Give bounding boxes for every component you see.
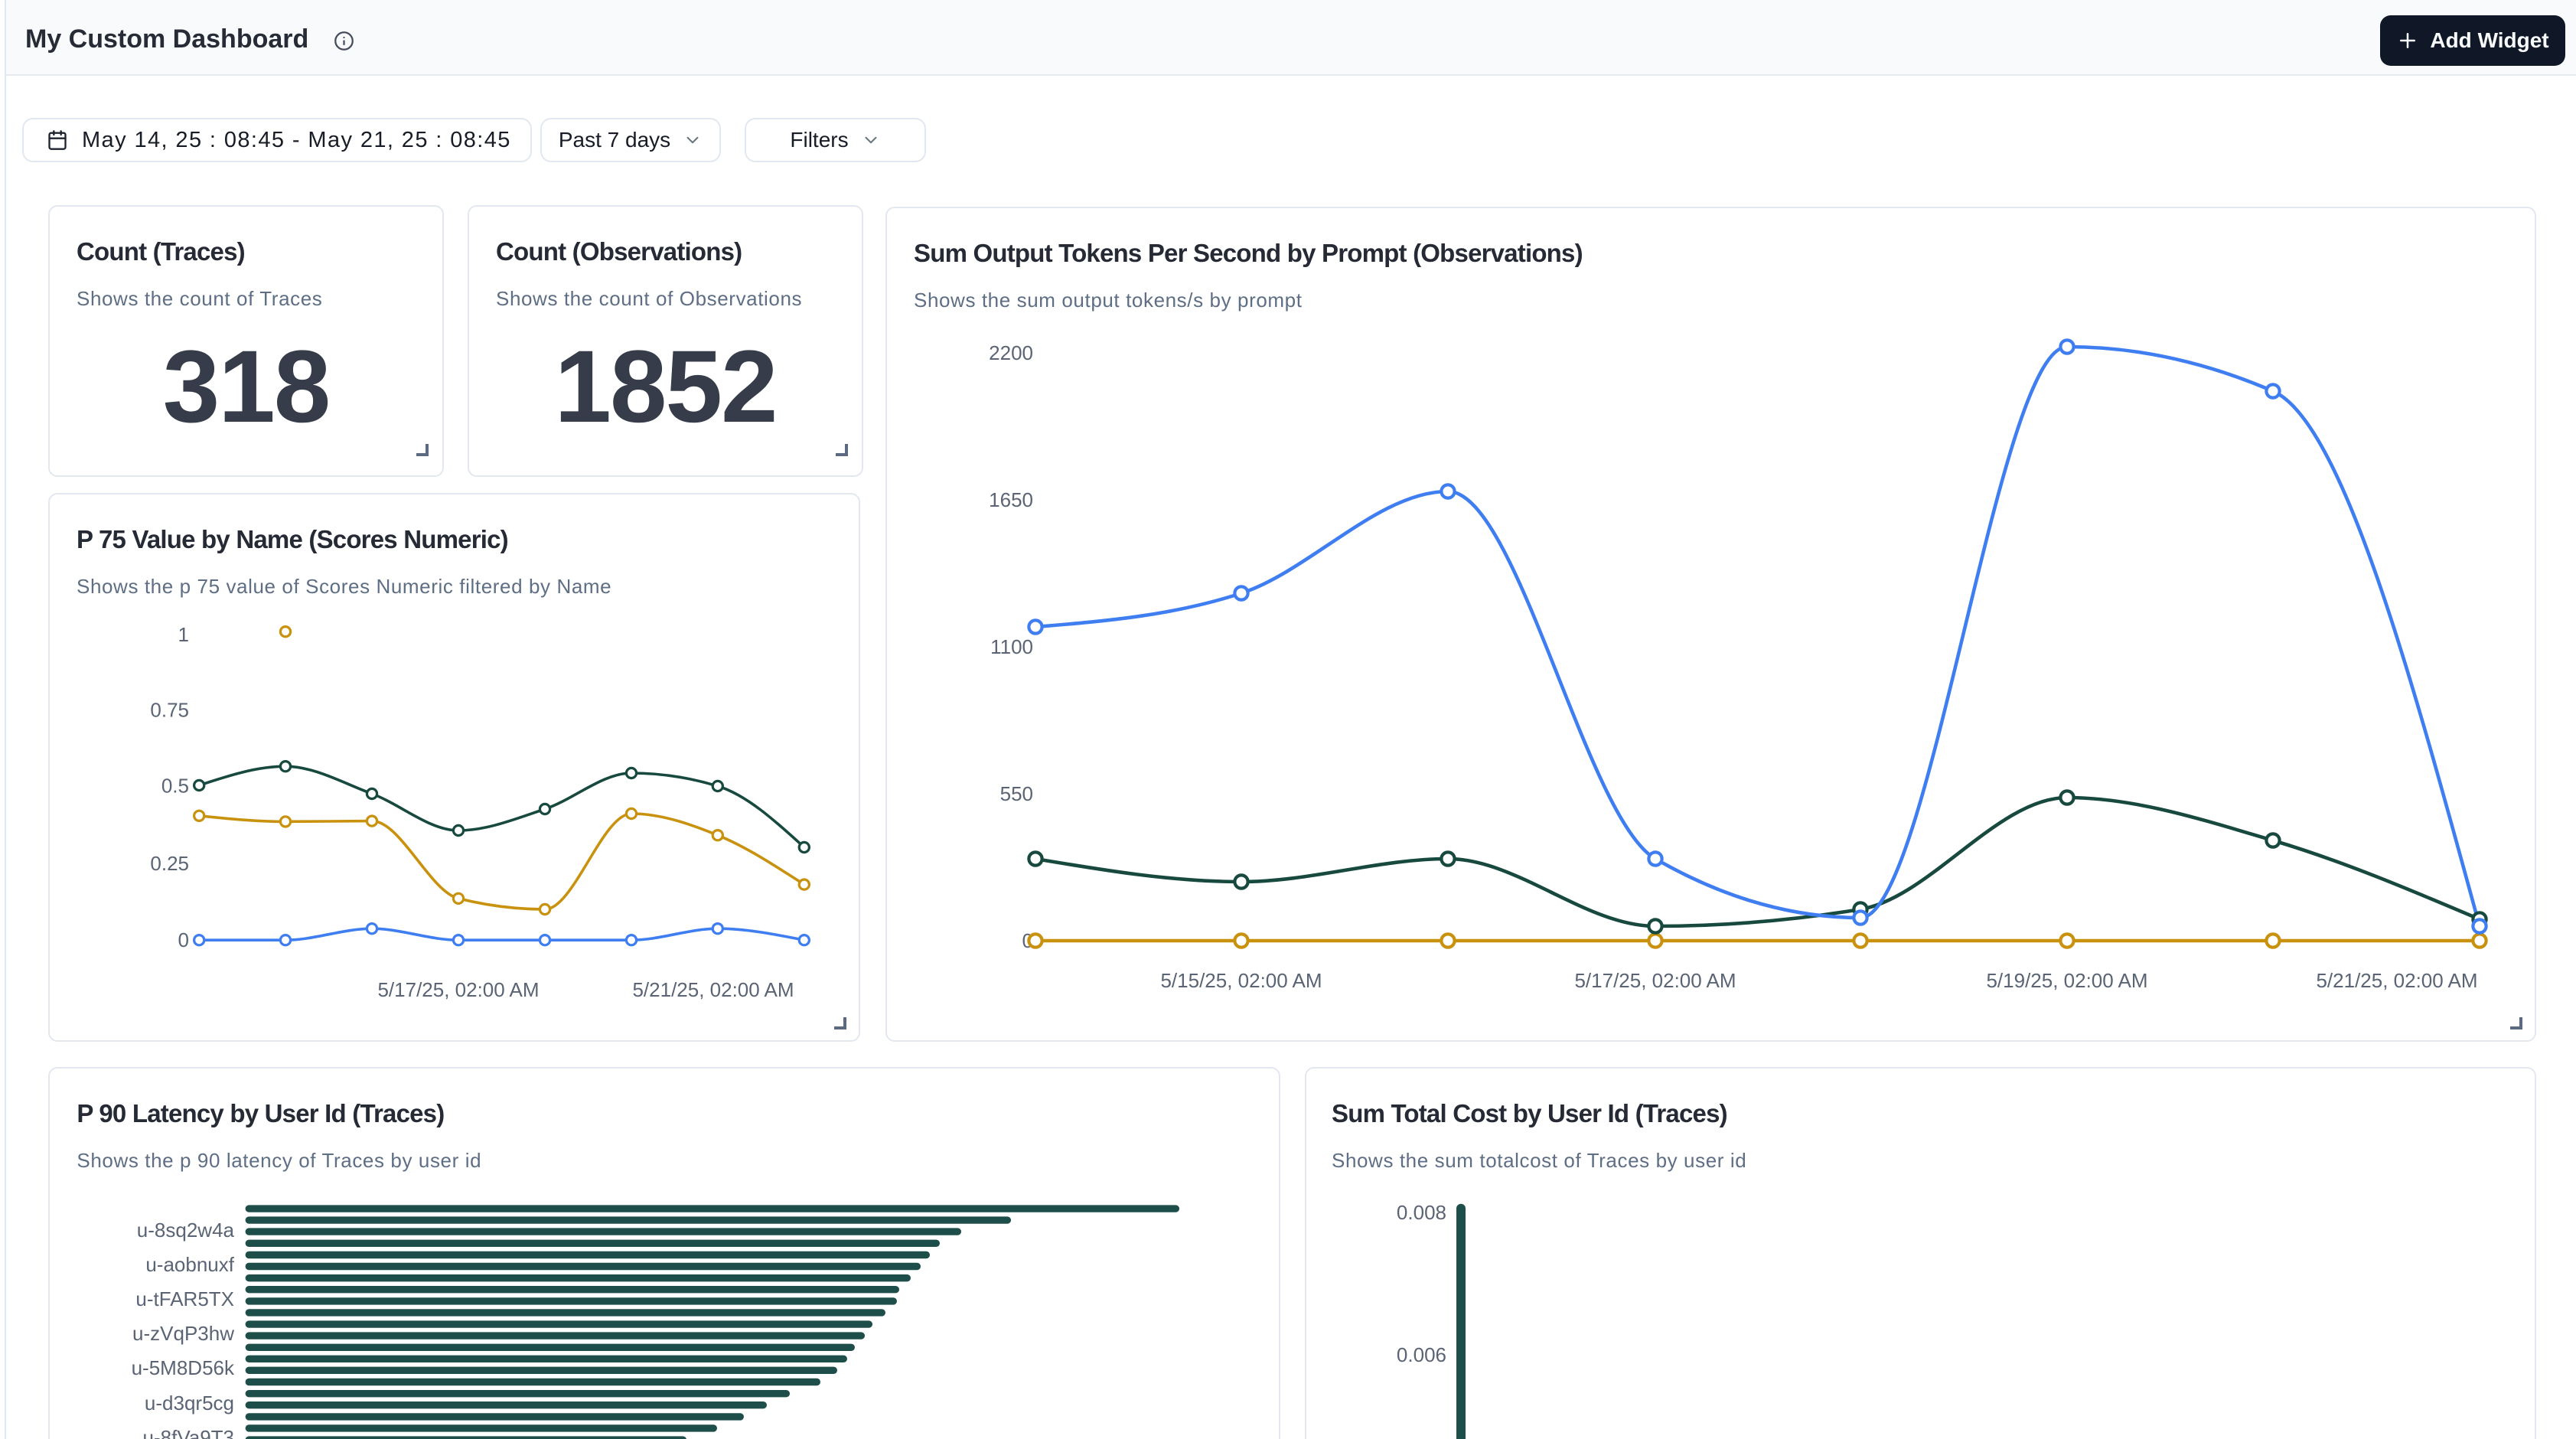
svg-text:u-8fVa9T3: u-8fVa9T3: [143, 1426, 234, 1439]
svg-text:0: 0: [178, 928, 189, 951]
svg-text:1: 1: [178, 623, 189, 646]
svg-text:u-aobnuxf: u-aobnuxf: [145, 1253, 234, 1276]
svg-text:550: 550: [1000, 782, 1033, 805]
svg-text:5/19/25, 02:00 AM: 5/19/25, 02:00 AM: [1986, 969, 2147, 992]
svg-text:0.25: 0.25: [150, 852, 189, 875]
svg-text:5/17/25, 02:00 AM: 5/17/25, 02:00 AM: [1574, 969, 1736, 992]
svg-text:0.006: 0.006: [1396, 1343, 1446, 1366]
svg-text:1650: 1650: [989, 488, 1033, 511]
svg-text:0.75: 0.75: [150, 698, 189, 721]
svg-text:u-tFAR5TX: u-tFAR5TX: [135, 1287, 234, 1310]
svg-text:2200: 2200: [989, 341, 1033, 364]
svg-text:5/21/25, 02:00 AM: 5/21/25, 02:00 AM: [2316, 969, 2477, 992]
svg-text:5/17/25, 02:00 AM: 5/17/25, 02:00 AM: [377, 978, 539, 1001]
svg-text:u-5M8D56k: u-5M8D56k: [132, 1356, 235, 1379]
svg-text:5/15/25, 02:00 AM: 5/15/25, 02:00 AM: [1160, 969, 1322, 992]
svg-text:u-8sq2w4a: u-8sq2w4a: [137, 1219, 235, 1242]
svg-text:1100: 1100: [990, 635, 1033, 658]
svg-text:5/21/25, 02:00 AM: 5/21/25, 02:00 AM: [632, 978, 794, 1001]
svg-text:u-zVqP3hw: u-zVqP3hw: [132, 1322, 234, 1345]
svg-text:0.008: 0.008: [1396, 1201, 1446, 1224]
svg-text:0.5: 0.5: [161, 775, 189, 798]
svg-text:u-d3qr5cg: u-d3qr5cg: [145, 1392, 234, 1415]
